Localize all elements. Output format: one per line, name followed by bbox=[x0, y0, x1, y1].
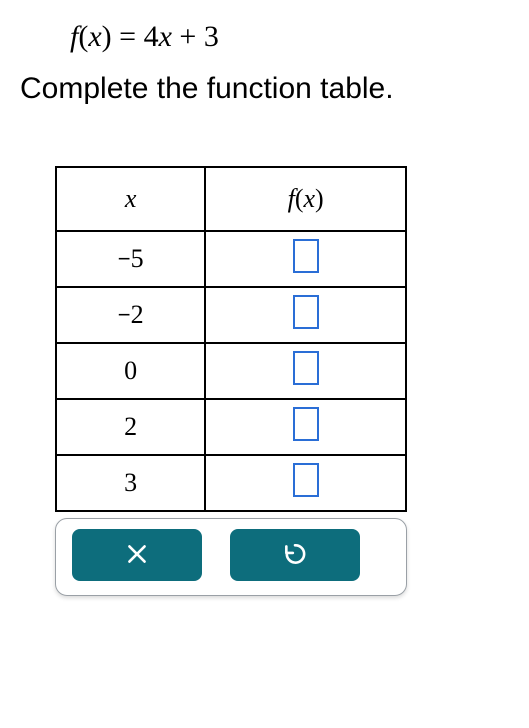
answer-input-3[interactable] bbox=[293, 407, 319, 441]
equation-op: + bbox=[179, 20, 196, 53]
answer-input-0[interactable] bbox=[293, 239, 319, 273]
clear-button[interactable] bbox=[72, 529, 202, 581]
function-definition: f(x) = 4x + 3 bbox=[70, 20, 529, 54]
fx-cell bbox=[205, 455, 406, 511]
answer-input-4[interactable] bbox=[293, 463, 319, 497]
equation-coeff: 4 bbox=[144, 20, 159, 53]
fx-cell bbox=[205, 231, 406, 287]
undo-icon bbox=[282, 541, 308, 570]
x-cell: 3 bbox=[56, 455, 205, 511]
table-row: 0 bbox=[56, 343, 406, 399]
reset-button[interactable] bbox=[230, 529, 360, 581]
table-row: −5 bbox=[56, 231, 406, 287]
action-toolbar bbox=[55, 518, 407, 596]
x-cell: 0 bbox=[56, 343, 205, 399]
equation-const: 3 bbox=[204, 20, 219, 53]
x-cell: −5 bbox=[56, 231, 205, 287]
close-icon bbox=[124, 541, 150, 570]
header-x: x bbox=[56, 167, 205, 231]
table-row: 3 bbox=[56, 455, 406, 511]
answer-input-2[interactable] bbox=[293, 351, 319, 385]
answer-input-1[interactable] bbox=[293, 295, 319, 329]
equation-var: x bbox=[88, 20, 101, 53]
instruction-text: Complete the function table. bbox=[20, 72, 529, 106]
header-fx: f(x) bbox=[205, 167, 406, 231]
fx-cell bbox=[205, 287, 406, 343]
table-row: 2 bbox=[56, 399, 406, 455]
equation-rhs-var: x bbox=[159, 20, 172, 53]
x-cell: −2 bbox=[56, 287, 205, 343]
fx-cell bbox=[205, 343, 406, 399]
fx-cell bbox=[205, 399, 406, 455]
function-table: x f(x) −5 bbox=[55, 166, 407, 512]
table-row: −2 bbox=[56, 287, 406, 343]
x-cell: 2 bbox=[56, 399, 205, 455]
